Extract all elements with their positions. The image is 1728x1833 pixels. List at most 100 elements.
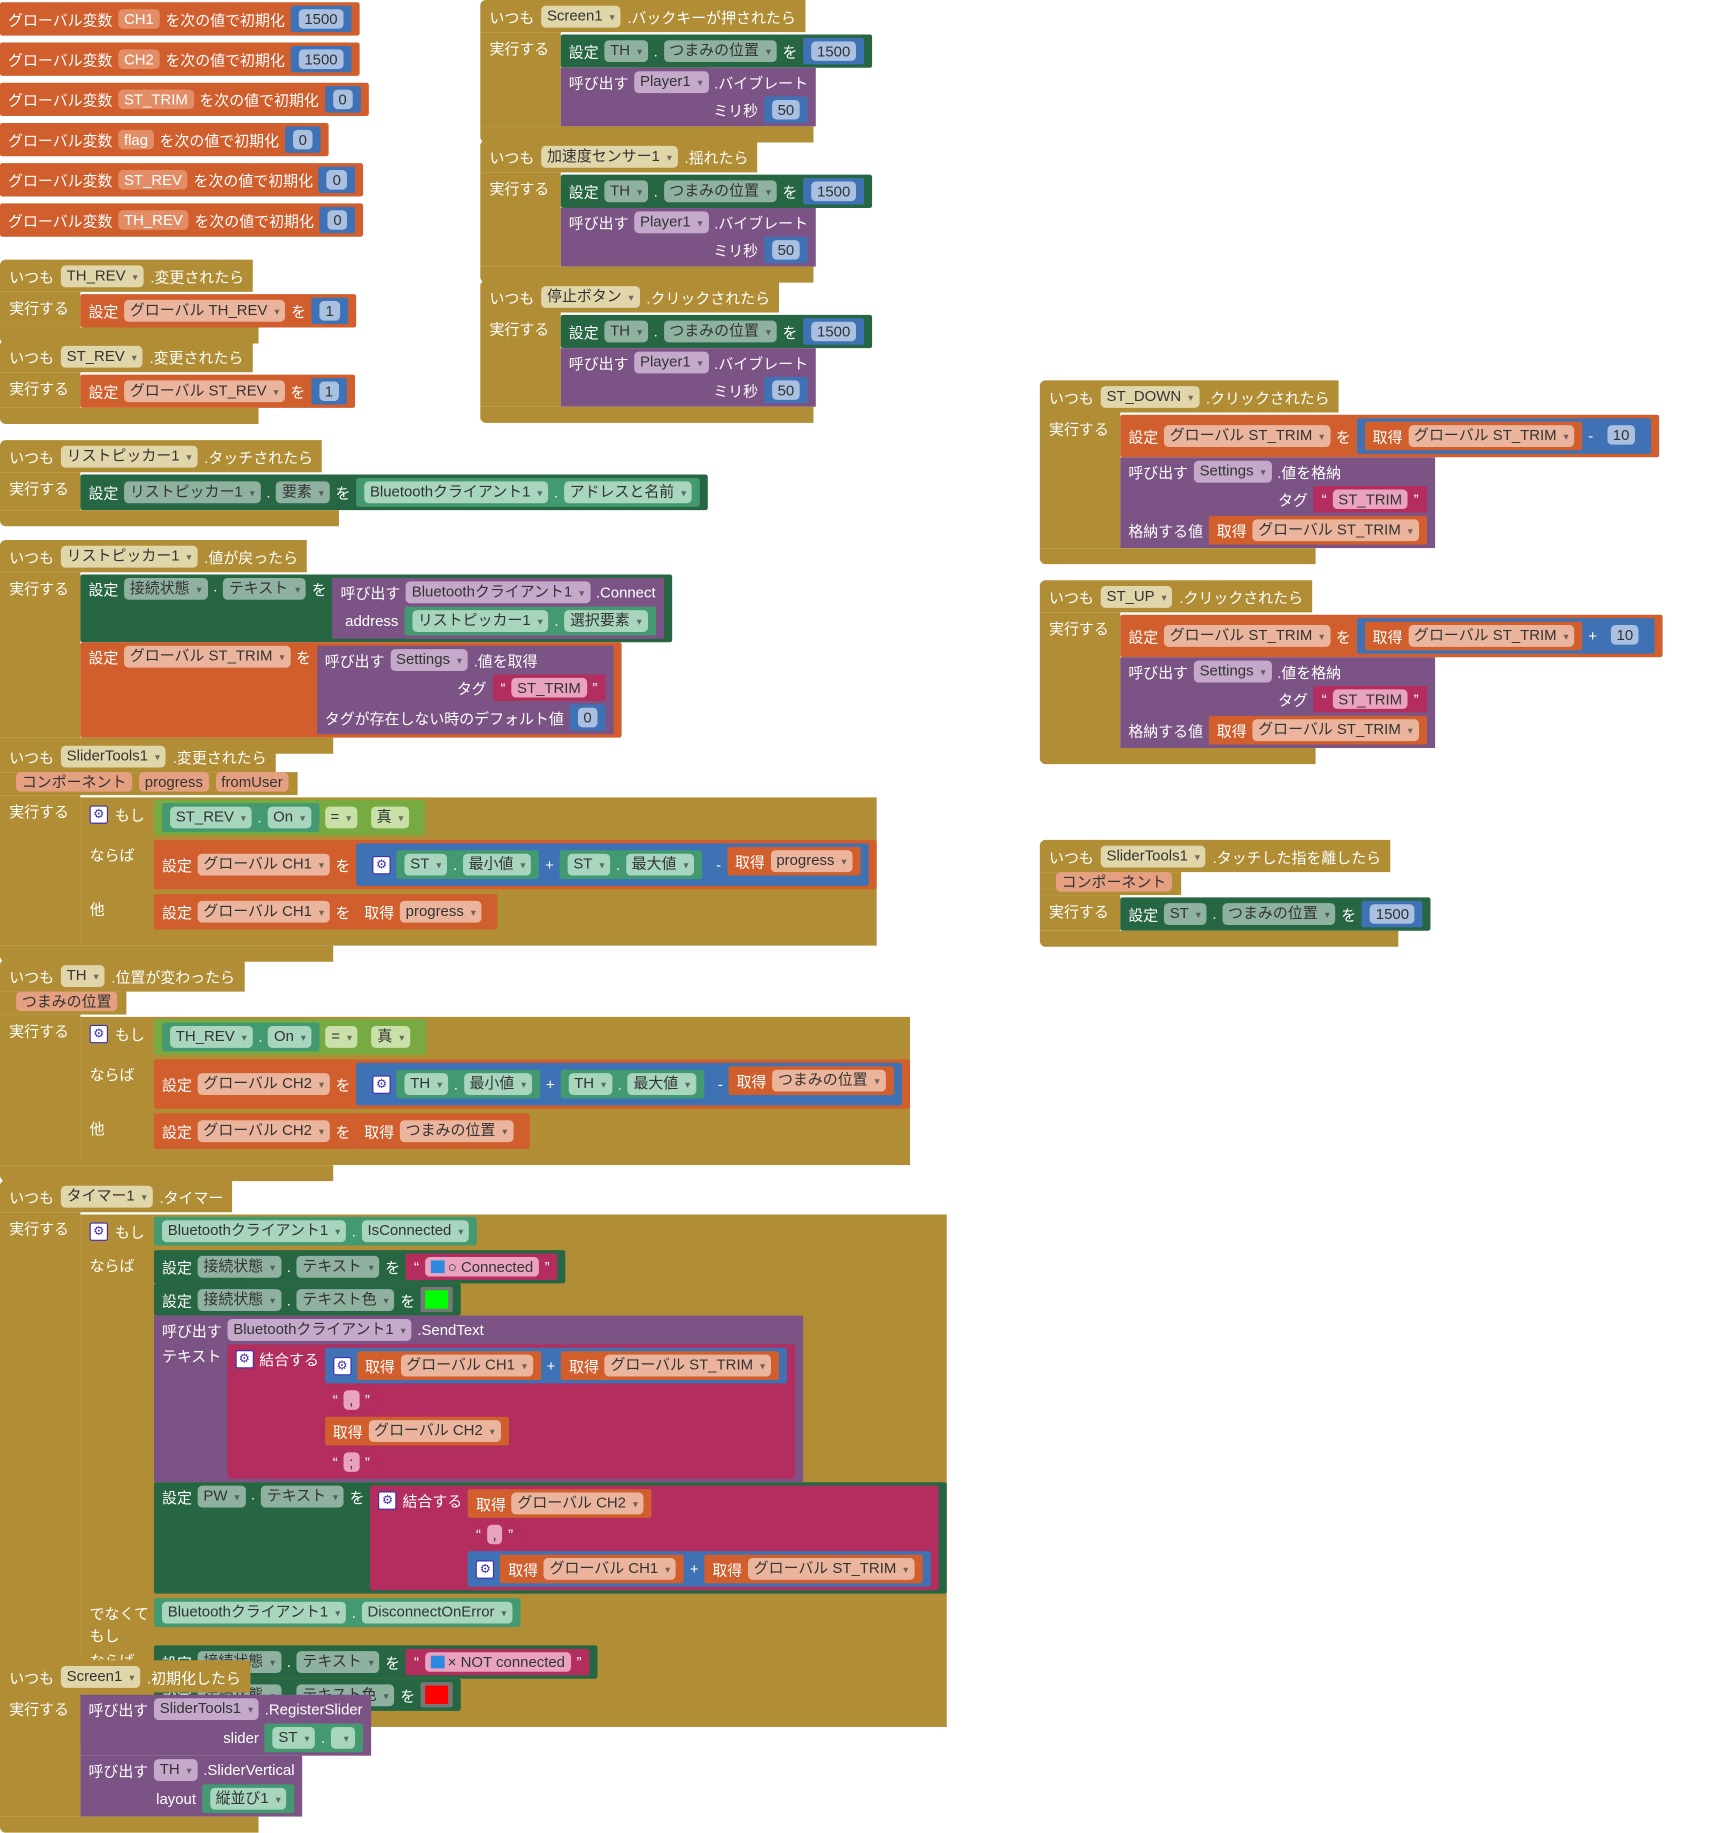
number-block[interactable]: 50 [763,96,809,123]
event-parameter[interactable]: つまみの位置 [16,991,118,1012]
set-property-block[interactable]: 設定 TH. つまみの位置を 1500 [560,174,873,208]
component-dropdown[interactable]: 接続状態 [197,1255,282,1278]
set-variable-block[interactable]: 設定グローバル CH2 を取得つまみの位置 [153,1113,530,1149]
property-dropdown[interactable]: DisconnectOnError [361,1601,513,1624]
property-dropdown[interactable]: 最大値 [625,853,695,876]
math-add-block[interactable]: ⚙取得グローバル CH1+取得グローバル ST_TRIM [468,1551,931,1587]
component-dropdown[interactable]: Bluetoothクライアント1 [227,1319,412,1341]
component-block[interactable]: 縦並び1 [201,1784,295,1814]
variable-name-field[interactable]: ST_REV [118,170,188,190]
component-dropdown[interactable]: TH [604,40,648,63]
math-subtract-block[interactable]: ⚙ST.最小値+ST.最大値-取得progress [356,843,869,886]
operator-dropdown[interactable]: = [324,806,358,829]
variable-dropdown[interactable]: グローバル ST_TRIM [1252,519,1419,542]
mutator-gear-icon[interactable]: ⚙ [89,1024,109,1043]
component-property-block[interactable]: ST.最大値 [559,850,703,879]
variable-dropdown[interactable]: グローバル ST_TRIM [1408,625,1575,647]
variable-dropdown[interactable]: グローバル ST_TRIM [124,645,291,668]
boolean-block[interactable]: 真 [363,1022,419,1052]
blocks-workspace[interactable]: グローバル変数 CH1 を次の値で初期化 1500 グローバル変数 CH2 を次の値で初期化… [0,0,1728,1833]
get-variable-block[interactable]: 取得 グローバル ST_TRIM [704,1554,923,1584]
set-property-block[interactable]: 設定PW.テキストを⚙結合する取得グローバル CH2“,”⚙取得グローバル CH… [153,1482,947,1594]
text-field[interactable]: ST_TRIM [511,677,587,698]
set-variable-block[interactable]: 設定グローバル ST_TRIM を呼び出す Settings .値を取得タグ “ ST_T… [80,642,622,738]
number-block[interactable]: 10 [1602,621,1647,649]
mutator-gear-icon[interactable]: ⚙ [476,1559,495,1579]
method-call-block[interactable]: 呼び出す Player1 .バイブレートミリ秒 50 [560,207,817,267]
variable-dropdown[interactable]: グローバル ST_TRIM [747,1558,915,1580]
if-block[interactable]: ⚙もしTH_REV.On=真ならば設定グローバル CH2を⚙TH.最小値+TH.… [80,1016,910,1166]
component-property-block[interactable]: TH_REV. On [162,1022,320,1052]
component-dropdown[interactable]: SliderTools1 [60,745,166,767]
text-field[interactable]: , [486,1524,503,1545]
number-field[interactable]: 1500 [298,49,344,69]
property-dropdown[interactable]: つまみの位置 [663,320,777,343]
component-dropdown[interactable]: Settings [1193,460,1272,483]
compare-block[interactable]: TH_REV. On = 真 [153,1019,427,1055]
component-dropdown[interactable]: タイマー1 [60,1185,153,1208]
number-block[interactable]: 50 [763,376,809,404]
text-block[interactable]: “ ○ Connected ” [406,1253,558,1280]
component-dropdown[interactable]: Settings [390,649,468,672]
component-dropdown[interactable]: ST [404,853,448,876]
color-swatch[interactable] [425,1685,449,1704]
component-dropdown[interactable]: Bluetoothクライアント1 [406,581,591,604]
text-field[interactable]: ST_TRIM [1332,489,1408,510]
set-property-block[interactable]: 設定リストピッカー1.要素をBluetoothクライアント1.アドレスと名前 [80,474,709,511]
text-field[interactable]: × NOT connected [424,1652,571,1672]
component-property-block[interactable]: Bluetoothクライアント1. IsConnected [153,1216,478,1246]
property-dropdown[interactable]: テキスト [260,1485,344,1508]
property-dropdown[interactable]: On [267,806,311,829]
component-dropdown[interactable]: TH_REV [170,1026,253,1048]
component-dropdown[interactable]: 加速度センサー1 [541,145,678,168]
text-field[interactable]: ; [343,1452,360,1472]
component-dropdown[interactable]: 接続状態 [197,1288,282,1311]
join-block[interactable]: ⚙結合する⚙取得グローバル CH1+取得グローバル ST_TRIM“,”取得グロ… [227,1344,796,1479]
component-dropdown[interactable]: SliderTools1 [153,1698,259,1721]
component-dropdown[interactable]: 縦並び1 [209,1787,287,1810]
get-variable-block[interactable]: 取得 グローバル CH2 [468,1489,652,1518]
global-variable-init-block[interactable]: グローバル変数 ST_REV を次の値で初期化 0 [0,163,363,197]
component-dropdown[interactable]: TH [604,320,648,343]
number-field[interactable]: 0 [332,89,353,110]
component-dropdown[interactable]: TH [568,1073,612,1095]
text-block[interactable]: “,” [324,1386,378,1414]
text-block[interactable]: “ ST_TRIM ” [492,674,606,701]
variable-dropdown[interactable]: グローバル ST_REV [124,380,285,403]
number-field[interactable]: 0 [577,707,598,728]
boolean-block[interactable]: 真 [362,803,418,832]
component-dropdown[interactable]: 停止ボタン [541,285,640,308]
number-block[interactable]: 0 [318,166,355,194]
component-dropdown[interactable]: ST [272,1726,316,1749]
component-dropdown[interactable]: Bluetoothクライアント1 [162,1220,347,1243]
get-variable-block[interactable]: 取得 つまみの位置 [728,1066,894,1095]
event-parameter[interactable]: progress [139,772,209,792]
method-call-block[interactable]: 呼び出すSettings .値を格納タグ “ ST_TRIM ” 格納する値取得グローバル… [1120,457,1435,549]
component-dropdown[interactable]: TH_REV [60,264,144,287]
variable-dropdown[interactable]: グローバル ST_TRIM [1252,719,1419,742]
number-field[interactable]: 1 [318,381,339,402]
color-block[interactable] [420,1682,454,1708]
number-block[interactable]: 1 [311,297,348,325]
get-variable-block[interactable]: 取得 グローバル CH1 [356,1351,541,1380]
math-add-block[interactable]: ⚙ST.最小値+ST.最大値 [364,846,711,883]
math-add-block[interactable]: ⚙ TH. 最小値 + TH. 最大値 [364,1066,713,1102]
text-field[interactable]: , [343,1390,360,1410]
number-block[interactable]: 0 [284,126,321,153]
variable-dropdown[interactable]: グローバル CH1 [197,853,330,876]
property-dropdown[interactable]: テキスト [296,1255,380,1278]
number-block[interactable]: 1500 [803,318,865,345]
if-block[interactable]: ⚙もしST_REV.On=真ならば設定グローバル CH1を⚙ST.最小値+ST.… [80,797,877,946]
text-block[interactable]: “;” [324,1448,378,1476]
variable-dropdown[interactable]: グローバル CH2 [197,1120,330,1143]
set-property-block[interactable]: 設定 TH. つまみの位置を 1500 [560,34,873,68]
variable-name-field[interactable]: CH1 [118,9,160,29]
component-dropdown[interactable]: ST [567,853,611,876]
component-dropdown[interactable]: Player1 [634,71,709,94]
component-dropdown[interactable]: TH [60,964,105,987]
get-variable-block[interactable]: 取得 グローバル ST_TRIM [561,1351,779,1380]
component-dropdown[interactable]: Player1 [634,351,709,374]
component-dropdown[interactable]: SliderTools1 [1100,845,1206,867]
number-block[interactable]: 50 [763,236,809,264]
component-dropdown[interactable]: Bluetoothクライアント1 [162,1601,347,1624]
